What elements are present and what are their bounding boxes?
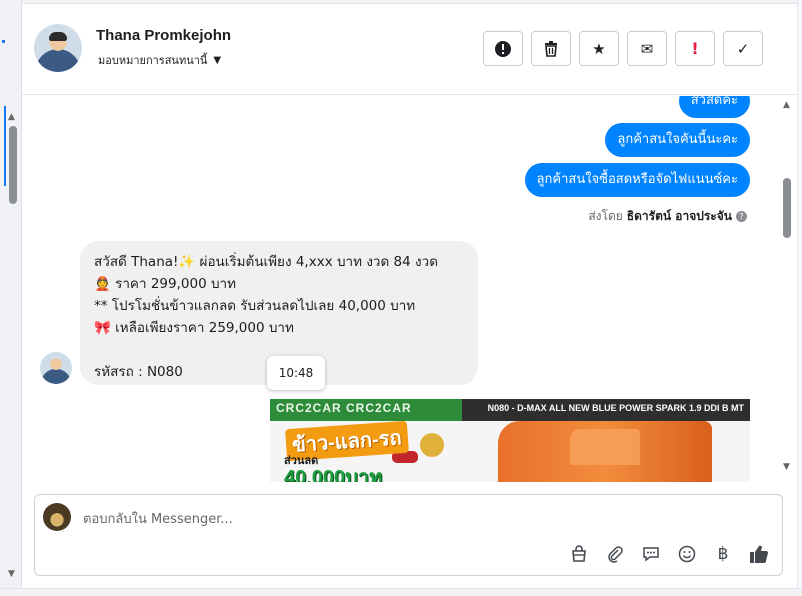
promo-image[interactable]: CRC2CAR CRC2CAR N080 - D-MAX ALL NEW BLU… xyxy=(270,399,750,482)
reply-composer: ฿ xyxy=(34,494,783,576)
outgoing-message[interactable]: ลูกค้าสนใจซื้อสดหรือจัดไฟแนนซ์คะ xyxy=(524,163,750,197)
star-button[interactable]: ★ xyxy=(579,31,619,66)
message-line: 👲 ราคา 299,000 บาท xyxy=(94,276,237,292)
sender-avatar[interactable] xyxy=(40,352,72,384)
promo-discount: 40,000บาท xyxy=(284,467,383,482)
attach-icon[interactable] xyxy=(602,543,628,565)
contact-avatar[interactable] xyxy=(34,24,82,72)
exclamation-icon: ! xyxy=(691,39,699,58)
important-button[interactable]: ! xyxy=(675,31,715,66)
trash-icon xyxy=(545,41,557,57)
reply-input[interactable] xyxy=(83,509,683,529)
caret-down-icon: ▼ xyxy=(213,54,222,66)
done-button[interactable]: ✓ xyxy=(723,31,763,66)
paperclip-svg xyxy=(608,546,623,563)
scroll-down-icon[interactable]: ▼ xyxy=(8,569,15,579)
assign-label: มอบหมายการสนทนานี้ xyxy=(98,54,208,67)
page-avatar xyxy=(43,503,71,531)
promo-caption: N080 - D-MAX ALL NEW BLUE POWER SPARK 1.… xyxy=(487,403,744,413)
top-divider xyxy=(22,0,798,4)
conversation-toolbar: ★ ✉ ! ✓ xyxy=(483,31,763,66)
rice-icon xyxy=(420,433,444,457)
active-indicator xyxy=(4,106,6,186)
check-icon: ✓ xyxy=(736,39,750,58)
report-button[interactable] xyxy=(483,31,523,66)
envelope-icon: ✉ xyxy=(640,39,654,58)
shop-bag-icon[interactable] xyxy=(566,543,592,565)
thread-scrollbar[interactable]: ▲ ▼ xyxy=(779,96,797,482)
alert-circle-icon xyxy=(495,40,511,57)
outgoing-message[interactable]: ลูกค้าสนใจคันนี้นะคะ xyxy=(605,123,750,157)
thread-scroll-thumb[interactable] xyxy=(783,178,791,238)
star-icon: ★ xyxy=(592,39,606,58)
baht-icon[interactable]: ฿ xyxy=(710,543,736,565)
left-scroll-thumb[interactable] xyxy=(9,126,17,204)
messenger-inbox: ▲ ▼ Thana Promkejohn มอบหมายการสนทนานี้ … xyxy=(0,0,802,596)
composer-tools: ฿ xyxy=(566,543,772,565)
promo-brand: CRC2CAR CRC2CAR xyxy=(276,401,412,415)
contact-name[interactable]: Thana Promkejohn xyxy=(96,27,231,44)
scroll-up-icon[interactable]: ▲ xyxy=(783,100,790,110)
saved-reply-icon[interactable] xyxy=(638,543,664,565)
left-scrollbar[interactable]: ▲ ▼ xyxy=(0,0,22,596)
emoji-icon[interactable] xyxy=(674,543,700,565)
mark-unread-button[interactable]: ✉ xyxy=(627,31,667,66)
shop-bag-svg xyxy=(572,545,586,562)
truck-window-graphic xyxy=(570,429,640,465)
sent-by-name: ธิดารัตน์ อาจประจัน xyxy=(626,209,732,223)
selection-marker xyxy=(2,40,5,43)
thumbs-up-svg xyxy=(750,545,768,563)
outgoing-message[interactable]: สวัสดีค่ะ xyxy=(678,96,750,118)
sent-by-line: ส่งโดย ธิดารัตน์ อาจประจัน ? xyxy=(588,207,747,226)
question-icon[interactable]: ? xyxy=(736,211,747,222)
message-line: 🎀 เหลือเพียงราคา 259,000 บาท xyxy=(94,320,294,336)
message-thread[interactable]: สวัสดีค่ะ ลูกค้าสนใจคันนี้นะคะ ลูกค้าสนใ… xyxy=(22,96,797,482)
speech-bubble-svg xyxy=(643,547,659,562)
delete-button[interactable] xyxy=(531,31,571,66)
sent-by-label: ส่งโดย xyxy=(588,209,623,223)
right-edge xyxy=(797,0,802,596)
assign-conversation-dropdown[interactable]: มอบหมายการสนทนานี้ ▼ xyxy=(98,51,221,69)
avatar-hair xyxy=(49,32,67,41)
message-line: สวัสดี Thana!✨ ผ่อนเริ่มต้นเพียง 4,xxx บ… xyxy=(94,254,438,270)
scroll-down-icon[interactable]: ▼ xyxy=(783,462,790,472)
timestamp-tooltip: 10:48 xyxy=(267,356,325,390)
message-line: ** โปรโมชั่นข้าวแลกลด รับส่วนลดไปเลย 40,… xyxy=(94,298,416,314)
bottom-divider xyxy=(0,588,802,596)
smiley-svg xyxy=(678,545,696,563)
like-icon[interactable] xyxy=(746,543,772,565)
conversation-header: Thana Promkejohn มอบหมายการสนทนานี้ ▼ ★ … xyxy=(22,5,797,95)
scroll-up-icon[interactable]: ▲ xyxy=(8,112,15,122)
